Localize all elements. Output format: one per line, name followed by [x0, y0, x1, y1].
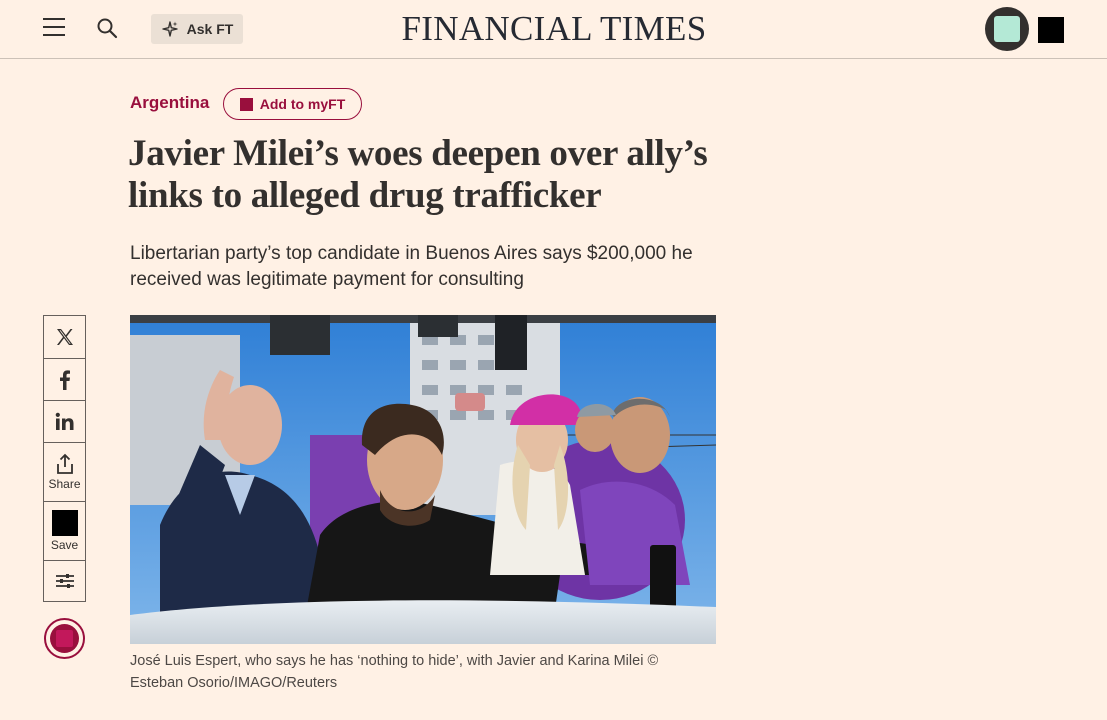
top-navigation-bar: Ask FT FINANCIAL TIMES: [0, 0, 1107, 59]
save-button[interactable]: Save: [43, 501, 86, 560]
menu-icon[interactable]: [43, 18, 65, 38]
article-standfirst: Libertarian party’s top candidate in Bue…: [130, 243, 693, 290]
avatar[interactable]: [985, 7, 1029, 51]
x-icon: [56, 329, 73, 345]
share-icon: [56, 453, 73, 474]
add-to-myft-label: Add to myFT: [259, 96, 346, 112]
share-linkedin-button[interactable]: [43, 400, 86, 442]
myft-square-icon: [239, 97, 253, 111]
share-facebook-button[interactable]: [43, 358, 86, 400]
myft-circle-inner: [50, 624, 79, 653]
article-photo[interactable]: [130, 315, 716, 644]
share-button[interactable]: Share: [43, 442, 86, 501]
ask-ft-label: Ask FT: [186, 21, 234, 37]
share-x-button[interactable]: [43, 315, 86, 358]
search-icon[interactable]: [96, 17, 118, 39]
save-icon: [51, 510, 78, 536]
masthead-logo[interactable]: FINANCIAL TIMES: [380, 8, 728, 50]
black-square[interactable]: [1038, 17, 1064, 43]
add-to-myft-button[interactable]: Add to myFT: [223, 88, 362, 120]
image-caption: José Luis Espert, who says he has ‘nothi…: [130, 653, 659, 691]
linkedin-icon: [55, 412, 73, 430]
share-toolbar: Share Save: [43, 315, 86, 602]
avatar-image: [994, 16, 1020, 42]
sparkle-icon: [161, 21, 178, 37]
settings-button[interactable]: [43, 560, 86, 602]
settings-sliders-icon: [55, 574, 74, 588]
share-label: Share: [48, 477, 81, 491]
ask-ft-button[interactable]: Ask FT: [151, 14, 243, 44]
topic-link[interactable]: Argentina: [130, 93, 209, 113]
save-label: Save: [50, 538, 79, 552]
facebook-icon: [59, 369, 70, 390]
myft-circle-button[interactable]: [44, 618, 85, 659]
article-headline: Javier Milei’s woes deepen over ally’s l…: [128, 133, 708, 216]
